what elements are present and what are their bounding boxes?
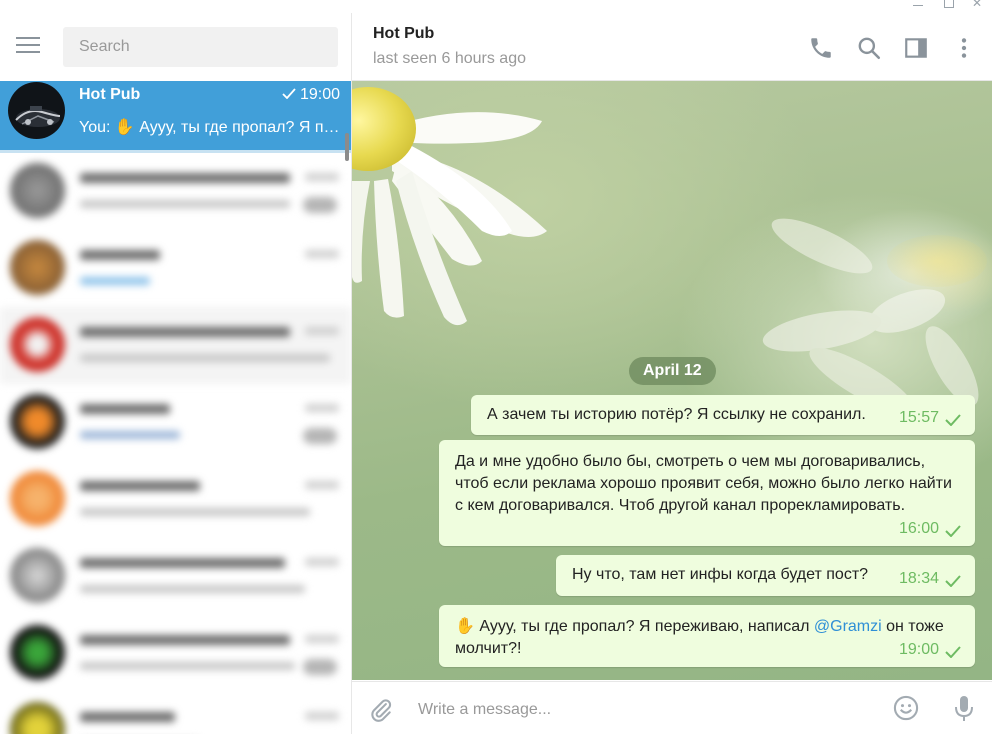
- mention-link[interactable]: @Gramzi: [814, 618, 882, 635]
- chat-item-hot-pub[interactable]: Hot Pub 19:00 You: ✋ Аууу, ты где пропал…: [0, 81, 351, 153]
- chat-title: Hot Pub: [79, 86, 141, 103]
- sidebar-toggle-icon[interactable]: [903, 35, 929, 61]
- page-title[interactable]: Hot Pub: [373, 25, 434, 43]
- message-bubble[interactable]: Ну что, там нет инфы когда будет пост? 1…: [556, 555, 975, 596]
- message-text: Ну что, там нет инфы когда будет пост?: [572, 566, 869, 583]
- sidebar-scrollbar[interactable]: [345, 133, 349, 161]
- avatar: [8, 82, 65, 139]
- chat-item-redacted[interactable]: [0, 615, 351, 692]
- hamburger-menu-icon[interactable]: [16, 37, 40, 55]
- phone-icon[interactable]: [808, 35, 834, 61]
- more-vertical-icon[interactable]: [951, 35, 977, 61]
- chat-header: Hot Pub last seen 6 hours ago: [352, 13, 992, 81]
- message-text: А зачем ты историю потёр? Я ссылку не со…: [487, 406, 866, 423]
- date-chip: April 12: [629, 357, 716, 385]
- message-bubble[interactable]: ✋ Аууу, ты где пропал? Я переживаю, напи…: [439, 605, 975, 667]
- minimize-icon[interactable]: [911, 0, 925, 8]
- message-composer: [352, 681, 992, 737]
- sent-check-icon: [945, 414, 961, 426]
- chat-list: Hot Pub 19:00 You: ✋ Аууу, ты где пропал…: [0, 81, 351, 734]
- message-time: 16:00: [898, 520, 939, 537]
- chat-item-redacted[interactable]: [0, 538, 351, 615]
- chat-item-redacted[interactable]: [0, 692, 351, 734]
- sidebar: Hot Pub 19:00 You: ✋ Аууу, ты где пропал…: [0, 13, 352, 734]
- search-input[interactable]: [63, 27, 319, 67]
- message-input[interactable]: [416, 682, 870, 737]
- chat-item-redacted[interactable]: [0, 384, 351, 461]
- message-time: 15:57: [898, 409, 939, 426]
- chat-preview: You: ✋ Аууу, ты где пропал? Я переживаю,…: [79, 119, 341, 136]
- microphone-icon[interactable]: [952, 694, 976, 724]
- message-time: 19:00: [898, 641, 939, 658]
- sent-check-icon: [945, 646, 961, 658]
- message-text: ✋ Аууу, ты где пропал? Я переживаю, напи…: [455, 616, 960, 660]
- message-time: 18:34: [898, 570, 939, 587]
- messages-area[interactable]: April 12 А зачем ты историю потёр? Я ссы…: [352, 81, 992, 680]
- window-titlebar: ✕: [0, 0, 992, 13]
- last-seen-status: last seen 6 hours ago: [373, 50, 526, 67]
- message-text-part: ✋ Аууу, ты где пропал? Я переживаю, напи…: [455, 618, 814, 635]
- check-icon: [282, 86, 296, 104]
- chat-item-redacted[interactable]: [0, 307, 351, 384]
- sent-check-icon: [945, 525, 961, 537]
- chat-time: 19:00: [282, 86, 340, 104]
- chat-item-redacted[interactable]: [0, 461, 351, 538]
- message-bubble[interactable]: Да и мне удобно было бы, смотреть о чем …: [439, 440, 975, 546]
- smiley-icon[interactable]: [892, 694, 920, 722]
- sent-check-icon: [945, 575, 961, 587]
- search-box[interactable]: [63, 27, 338, 67]
- message-text: Да и мне удобно было бы, смотреть о чем …: [455, 453, 952, 514]
- chat-item-redacted[interactable]: [0, 153, 351, 230]
- maximize-icon[interactable]: [942, 0, 956, 8]
- message-bubble[interactable]: А зачем ты историю потёр? Я ссылку не со…: [471, 395, 975, 435]
- search-icon[interactable]: [856, 35, 882, 61]
- chat-item-redacted[interactable]: [0, 230, 351, 307]
- paperclip-icon[interactable]: [368, 696, 394, 724]
- close-icon[interactable]: ✕: [970, 0, 984, 9]
- chat-time-value: 19:00: [299, 86, 340, 103]
